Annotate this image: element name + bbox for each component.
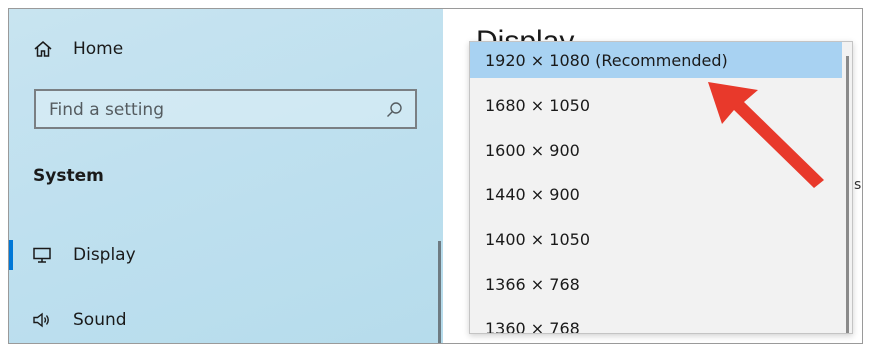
option-label: 1400 × 1050 <box>485 229 591 249</box>
resolution-dropdown-list[interactable]: 1920 × 1080 (Recommended) 1680 × 1050 16… <box>469 41 853 334</box>
resolution-option[interactable]: 1360 × 768 <box>470 310 842 334</box>
resolution-option[interactable]: 1440 × 900 <box>470 176 842 212</box>
search-placeholder: Find a setting <box>49 100 164 120</box>
option-label: 1920 × 1080 (Recommended) <box>485 50 728 70</box>
sidebar: Home Find a setting System Display Sound <box>9 9 443 343</box>
section-title: System <box>33 166 104 186</box>
home-label: Home <box>73 39 124 59</box>
resolution-option[interactable]: 1920 × 1080 (Recommended) <box>470 42 842 78</box>
option-label: 1366 × 768 <box>485 274 580 294</box>
resolution-option[interactable]: 1400 × 1050 <box>470 221 842 257</box>
option-label: 1440 × 900 <box>485 184 580 204</box>
dropdown-scrollbar[interactable] <box>846 56 849 333</box>
sidebar-item-label: Sound <box>73 310 127 330</box>
search-input[interactable]: Find a setting <box>34 89 417 129</box>
resolution-option[interactable]: 1680 × 1050 <box>470 87 842 123</box>
resolution-option[interactable]: 1600 × 900 <box>470 132 842 168</box>
option-label: 1680 × 1050 <box>485 95 591 115</box>
search-icon[interactable] <box>386 101 403 118</box>
sidebar-item-sound[interactable]: Sound <box>9 300 443 340</box>
sidebar-item-display[interactable]: Display <box>9 235 443 275</box>
home-icon <box>34 41 52 57</box>
speaker-icon <box>33 312 49 328</box>
monitor-icon <box>33 247 51 263</box>
home-nav-item[interactable]: Home <box>33 37 123 61</box>
sidebar-scrollbar[interactable] <box>438 241 441 343</box>
option-label: 1360 × 768 <box>485 318 580 334</box>
resolution-option[interactable]: 1366 × 768 <box>470 266 842 302</box>
active-indicator <box>9 240 13 270</box>
option-label: 1600 × 900 <box>485 140 580 160</box>
sidebar-item-label: Display <box>73 245 136 265</box>
background-text: s <box>854 177 862 193</box>
